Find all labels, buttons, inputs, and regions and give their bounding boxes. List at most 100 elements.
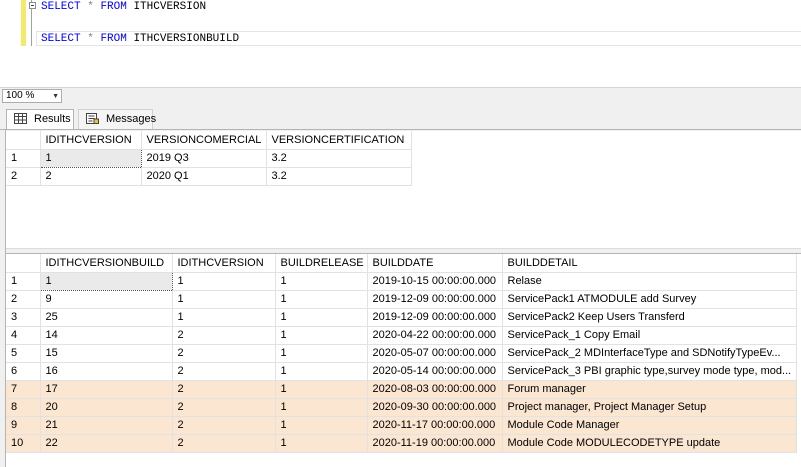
grid-cell[interactable]: Module Code Manager <box>502 416 797 435</box>
grid-cell[interactable]: 2020 Q1 <box>141 167 267 186</box>
grid-cell[interactable]: 1 <box>172 308 276 327</box>
chevron-down-icon[interactable]: ▼ <box>52 93 59 100</box>
table-row[interactable]: 2 2 2020 Q1 3.2 <box>6 167 412 186</box>
grid-cell[interactable]: ServicePack_2 MDInterfaceType and SDNoti… <box>502 344 797 363</box>
table-row[interactable]: 8 20 2 1 2020-09-30 00:00:00.000 Project… <box>6 398 797 417</box>
grid-cell[interactable]: 2020-05-14 00:00:00.000 <box>367 362 503 381</box>
grid-cell[interactable]: 2 <box>172 398 276 417</box>
grid-corner[interactable] <box>6 131 41 150</box>
grid-cell[interactable]: 1 <box>275 308 368 327</box>
grid-cell[interactable]: 14 <box>40 326 173 345</box>
table-row[interactable]: 10 22 2 1 2020-11-19 00:00:00.000 Module… <box>6 434 797 453</box>
table-row[interactable]: 6 16 2 1 2020-05-14 00:00:00.000 Service… <box>6 362 797 381</box>
grid-cell[interactable]: ServicePack1 ATMODULE add Survey <box>502 290 797 309</box>
grid-cell[interactable]: 17 <box>40 380 173 399</box>
column-header[interactable]: BUILDRELEASE <box>275 254 368 273</box>
grid-cell[interactable]: 21 <box>40 416 173 435</box>
row-number[interactable]: 1 <box>6 272 41 291</box>
grid-cell[interactable]: ServicePack_1 Copy Email <box>502 326 797 345</box>
grid-cell[interactable]: 2019-10-15 00:00:00.000 <box>367 272 503 291</box>
row-number[interactable]: 9 <box>6 416 41 435</box>
grid-cell[interactable]: 2019-12-09 00:00:00.000 <box>367 290 503 309</box>
grid-cell[interactable]: 25 <box>40 308 173 327</box>
grid-cell[interactable]: 2020-05-07 00:00:00.000 <box>367 344 503 363</box>
collapse-icon[interactable] <box>29 2 36 9</box>
grid-cell[interactable]: 1 <box>275 416 368 435</box>
grid-cell[interactable]: 2 <box>172 380 276 399</box>
grid-cell[interactable]: 1 <box>172 290 276 309</box>
grid-cell[interactable]: 1 <box>275 398 368 417</box>
table-row[interactable]: 1 1 1 1 2019-10-15 00:00:00.000 Relase <box>6 271 797 291</box>
grid-cell[interactable]: 16 <box>40 362 173 381</box>
column-header[interactable]: VERSIONCERTIFICATION <box>266 131 412 150</box>
table-row[interactable]: 5 15 2 1 2020-05-07 00:00:00.000 Service… <box>6 344 797 363</box>
grid-cell[interactable]: ServicePack2 Keep Users Transferd <box>502 308 797 327</box>
grid-cell[interactable]: 3.2 <box>266 149 412 168</box>
column-header[interactable]: IDITHCVERSION <box>172 254 276 273</box>
tab-results[interactable]: Results <box>6 109 74 129</box>
row-number[interactable]: 1 <box>6 149 41 168</box>
column-header[interactable]: BUILDDATE <box>367 254 503 273</box>
tab-messages[interactable]: Messages <box>78 109 156 129</box>
grid-cell[interactable]: 1 <box>275 290 368 309</box>
row-number[interactable]: 7 <box>6 380 41 399</box>
column-header[interactable]: IDITHCVERSION <box>40 131 142 150</box>
table-row[interactable]: 3 25 1 1 2019-12-09 00:00:00.000 Service… <box>6 308 797 327</box>
code-line-2[interactable]: SELECT * FROM ITHCVERSIONBUILD <box>41 32 239 46</box>
grid-cell[interactable]: 1 <box>172 272 276 291</box>
row-number[interactable]: 6 <box>6 362 41 381</box>
grid-cell[interactable]: 1 <box>275 362 368 381</box>
row-number[interactable]: 8 <box>6 398 41 417</box>
column-header[interactable]: VERSIONCOMERCIAL <box>141 131 267 150</box>
grid-cell[interactable]: 1 <box>275 272 368 291</box>
grid-cell[interactable]: ServicePack_3 PBI graphic type,survey mo… <box>502 362 797 381</box>
row-number[interactable]: 5 <box>6 344 41 363</box>
row-number[interactable]: 4 <box>6 326 41 345</box>
grid-cell[interactable]: Forum manager <box>502 380 797 399</box>
grid-cell[interactable]: 1 <box>275 434 368 453</box>
grid-cell[interactable]: 1 <box>39 148 142 168</box>
column-header[interactable]: IDITHCVERSIONBUILD <box>40 254 173 273</box>
row-number[interactable]: 2 <box>6 167 41 186</box>
grid-cell[interactable]: 15 <box>40 344 173 363</box>
grid-cell[interactable]: 22 <box>40 434 173 453</box>
grid-cell[interactable]: Project manager, Project Manager Setup <box>502 398 797 417</box>
result-grid-builds[interactable]: IDITHCVERSIONBUILD IDITHCVERSION BUILDRE… <box>6 254 797 453</box>
grid-cell[interactable]: 3.2 <box>266 167 412 186</box>
grid-cell[interactable]: 1 <box>275 380 368 399</box>
row-number[interactable]: 2 <box>6 290 41 309</box>
grid-cell[interactable]: 2019-12-09 00:00:00.000 <box>367 308 503 327</box>
grid-cell[interactable]: 1 <box>275 344 368 363</box>
grid-cell[interactable]: 1 <box>39 271 173 291</box>
grid-cell[interactable]: 2020-11-17 00:00:00.000 <box>367 416 503 435</box>
grid-cell[interactable]: 2 <box>172 326 276 345</box>
result-grid-versions[interactable]: IDITHCVERSION VERSIONCOMERCIAL VERSIONCE… <box>6 131 412 186</box>
grid-cell[interactable]: 2 <box>172 362 276 381</box>
column-header[interactable]: BUILDDETAIL <box>502 254 797 273</box>
table-row[interactable]: 1 1 2019 Q3 3.2 <box>6 148 412 168</box>
table-row[interactable]: 4 14 2 1 2020-04-22 00:00:00.000 Service… <box>6 326 797 345</box>
grid-cell[interactable]: 9 <box>40 290 173 309</box>
table-row[interactable]: 2 9 1 1 2019-12-09 00:00:00.000 ServiceP… <box>6 290 797 309</box>
grid-cell[interactable]: 2 <box>172 416 276 435</box>
grid-corner[interactable] <box>6 254 41 273</box>
code-line-1[interactable]: SELECT * FROM ITHCVERSION <box>41 0 206 14</box>
grid-cell[interactable]: 2020-08-03 00:00:00.000 <box>367 380 503 399</box>
grid-cell[interactable]: 2 <box>172 434 276 453</box>
grid-cell[interactable]: 2 <box>40 167 142 186</box>
table-row[interactable]: 7 17 2 1 2020-08-03 00:00:00.000 Forum m… <box>6 380 797 399</box>
grid-cell[interactable]: 2020-11-19 00:00:00.000 <box>367 434 503 453</box>
grid-cell[interactable]: 1 <box>275 326 368 345</box>
row-number[interactable]: 10 <box>6 434 41 453</box>
grid-cell[interactable]: 20 <box>40 398 173 417</box>
table-row[interactable]: 9 21 2 1 2020-11-17 00:00:00.000 Module … <box>6 416 797 435</box>
grid-cell[interactable]: 2020-09-30 00:00:00.000 <box>367 398 503 417</box>
query-editor[interactable]: SELECT * FROM ITHCVERSION SELECT * FROM … <box>0 0 801 87</box>
grid-cell[interactable]: 2020-04-22 00:00:00.000 <box>367 326 503 345</box>
grid-cell[interactable]: 2 <box>172 344 276 363</box>
grid-cell[interactable]: Module Code MODULECODETYPE update <box>502 434 797 453</box>
grid-cell[interactable]: 2019 Q3 <box>141 149 267 168</box>
row-number[interactable]: 3 <box>6 308 41 327</box>
grid-cell[interactable]: Relase <box>502 272 797 291</box>
zoom-select[interactable]: 100 % ▼ <box>2 89 62 103</box>
